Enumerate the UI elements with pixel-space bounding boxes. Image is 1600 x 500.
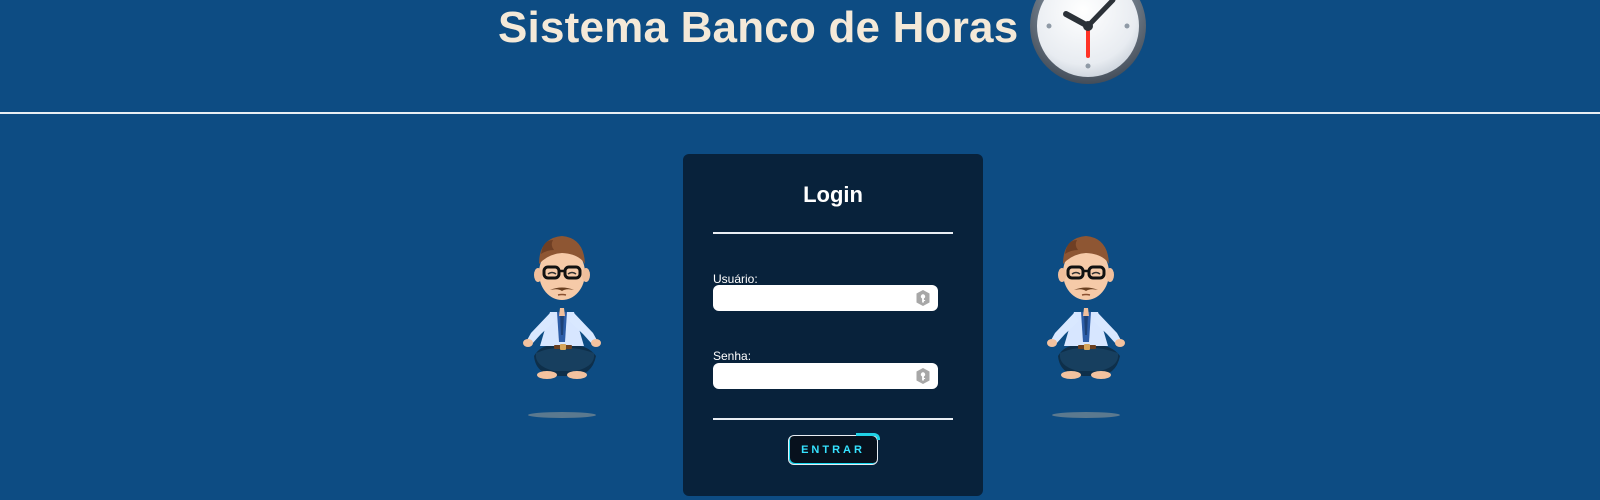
password-input[interactable] (721, 365, 905, 387)
title-wrap: Sistema Banco de Horas (498, 0, 1148, 92)
password-manager-key-icon[interactable] (914, 289, 932, 307)
username-label: Usuário: (713, 272, 758, 286)
enter-button-label: ENTRAR (801, 444, 865, 456)
password-label: Senha: (713, 349, 752, 363)
password-field[interactable] (713, 363, 938, 389)
username-input[interactable] (721, 287, 905, 309)
clock-icon (1030, 0, 1147, 84)
login-divider-top (713, 232, 953, 234)
username-field[interactable] (713, 285, 938, 311)
login-card: Login Usuário: Senha: ENTRAR (683, 154, 983, 496)
page-header: Sistema Banco de Horas (0, 0, 1600, 114)
password-manager-key-icon[interactable] (914, 367, 932, 385)
page-title: Sistema Banco de Horas (498, 3, 1019, 52)
enter-button[interactable]: ENTRAR (788, 433, 880, 465)
login-divider-bottom (713, 418, 953, 420)
meditating-man-icon (523, 236, 601, 418)
meditating-man-icon (1047, 236, 1125, 418)
login-page: Sistema Banco de Horas Login Usuário: Se… (0, 0, 1600, 500)
login-title: Login (803, 182, 863, 207)
